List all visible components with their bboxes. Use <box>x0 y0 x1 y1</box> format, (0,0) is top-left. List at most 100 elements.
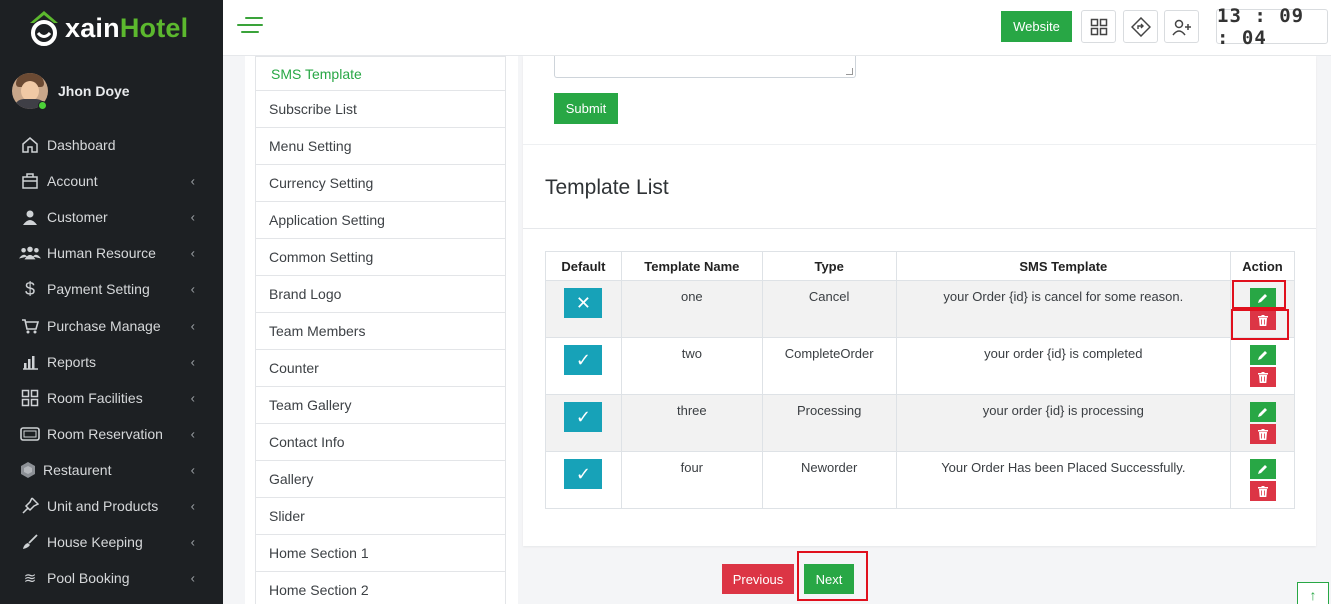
settings-item-gallery[interactable]: Gallery <box>255 461 506 498</box>
sidebar-item-pool-booking[interactable]: ≋ Pool Booking ‹ <box>0 560 223 596</box>
sidebar-item-restaurent[interactable]: Restaurent ‹ <box>0 452 223 488</box>
menu-toggle-icon[interactable] <box>237 17 263 35</box>
settings-item-counter[interactable]: Counter <box>255 350 506 387</box>
sidebar-item-room-reservation[interactable]: Room Reservation ‹ <box>0 416 223 452</box>
delete-button[interactable] <box>1249 424 1276 444</box>
delete-button[interactable] <box>1249 310 1276 330</box>
edit-button[interactable] <box>1249 459 1276 479</box>
trash-icon <box>1257 485 1268 497</box>
settings-item-home-section-1[interactable]: Home Section 1 <box>255 535 506 572</box>
chevron-left-icon: ‹ <box>190 462 195 478</box>
edit-button[interactable] <box>1249 288 1276 308</box>
template-table: Default Template Name Type SMS Template … <box>545 251 1295 509</box>
settings-item-subscribe-list[interactable]: Subscribe List <box>255 91 506 128</box>
settings-item-currency-setting[interactable]: Currency Setting <box>255 165 506 202</box>
sidebar-item-human-resource[interactable]: Human Resource ‹ <box>0 235 223 271</box>
sidebar-item-label: Reports <box>47 353 97 370</box>
sidebar-item-account[interactable]: Account ‹ <box>0 163 223 199</box>
default-cell: ✓ <box>545 451 622 509</box>
topbar: Website 13 : 09 : 04 <box>223 0 1331 56</box>
default-cell: ✓ <box>545 337 622 395</box>
settings-item-team-members[interactable]: Team Members <box>255 313 506 350</box>
submit-button[interactable]: Submit <box>554 93 618 124</box>
logo[interactable]: xainHotel <box>26 6 188 50</box>
previous-button[interactable]: Previous <box>722 564 794 594</box>
settings-item-slider[interactable]: Slider <box>255 498 506 535</box>
add-user-icon[interactable] <box>1164 10 1199 43</box>
sidebar-item-reports[interactable]: Reports ‹ <box>0 344 223 380</box>
edit-button[interactable] <box>1249 345 1276 365</box>
sidebar-item-label: Payment Setting <box>47 281 150 298</box>
sms-template-cell: Your Order Has been Placed Successfully. <box>895 451 1232 509</box>
sidebar-item-label: Human Resource <box>47 245 156 262</box>
settings-item-team-gallery[interactable]: Team Gallery <box>255 387 506 424</box>
sidebar-item-room-facilities[interactable]: Room Facilities ‹ <box>0 380 223 416</box>
sidebar-item-house-keeping[interactable]: House Keeping ‹ <box>0 524 223 560</box>
delete-button[interactable] <box>1249 367 1276 387</box>
directions-icon[interactable] <box>1123 10 1158 43</box>
template-name-cell: one <box>620 280 763 338</box>
sidebar-item-unit-and-products[interactable]: Unit and Products ‹ <box>0 488 223 524</box>
sidebar-item-payment-setting[interactable]: $ Payment Setting ‹ <box>0 271 223 307</box>
brand-name-prefix: xain <box>65 12 120 43</box>
sms-template-cell: your order {id} is processing <box>895 394 1232 452</box>
bar-chart-icon <box>19 353 41 371</box>
set-default-button[interactable]: ✓ <box>564 459 603 489</box>
template-list-title: Template List <box>545 176 669 199</box>
sidebar-item-label: Account <box>47 173 98 190</box>
settings-item-contact-info[interactable]: Contact Info <box>255 424 506 461</box>
sms-template-cell: your Order {id} is cancel for some reaso… <box>895 280 1232 338</box>
pencil-icon <box>1258 293 1267 303</box>
action-cell <box>1230 280 1295 338</box>
cart-icon <box>19 317 41 335</box>
default-cell: ✓ <box>545 394 622 452</box>
scroll-to-top-button[interactable]: ↑ <box>1297 582 1329 604</box>
briefcase-icon <box>19 172 41 190</box>
trash-icon <box>1257 314 1268 326</box>
delete-button[interactable] <box>1249 481 1276 501</box>
action-cell <box>1230 337 1295 395</box>
pencil-icon <box>1258 464 1267 474</box>
settings-menu: SMS Template Subscribe List Menu Setting… <box>255 56 506 604</box>
edit-button[interactable] <box>1249 402 1276 422</box>
settings-item-common-setting[interactable]: Common Setting <box>255 239 506 276</box>
user-name: Jhon Doye <box>58 83 130 99</box>
sms-template-card: Submit Template List Default Template Na… <box>523 56 1316 546</box>
next-button[interactable]: Next <box>804 564 854 594</box>
clock-display: 13 : 09 : 04 <box>1216 5 1328 49</box>
website-button[interactable]: Website <box>1001 11 1072 42</box>
brand-name: xainHotel <box>65 13 188 44</box>
type-cell: CompleteOrder <box>761 337 897 395</box>
user-profile[interactable]: Jhon Doye <box>12 73 130 109</box>
grid-icon <box>19 389 41 407</box>
settings-item-menu-setting[interactable]: Menu Setting <box>255 128 506 165</box>
column-header-action: Action <box>1230 251 1295 281</box>
action-cell <box>1230 394 1295 452</box>
column-header-default: Default <box>545 251 622 281</box>
template-name-cell: four <box>620 451 763 509</box>
template-name-cell: three <box>620 394 763 452</box>
chevron-left-icon: ‹ <box>190 390 195 406</box>
settings-item-brand-logo[interactable]: Brand Logo <box>255 276 506 313</box>
set-default-button[interactable]: ✓ <box>564 345 603 375</box>
chevron-left-icon: ‹ <box>190 318 195 334</box>
sidebar-item-customer[interactable]: Customer ‹ <box>0 199 223 235</box>
settings-item-application-setting[interactable]: Application Setting <box>255 202 506 239</box>
sms-template-textarea[interactable] <box>554 56 856 78</box>
waves-icon: ≋ <box>23 570 37 588</box>
settings-item-sms-template[interactable]: SMS Template <box>255 56 506 91</box>
table-row: ✓ two CompleteOrder your order {id} is c… <box>545 337 1295 395</box>
sidebar-item-label: House Keeping <box>47 534 143 551</box>
apps-grid-icon[interactable] <box>1081 10 1116 43</box>
resize-handle-icon[interactable] <box>846 68 853 75</box>
set-default-button[interactable]: ✕ <box>564 288 603 318</box>
user-icon <box>19 208 41 226</box>
sidebar-item-purchase-manage[interactable]: Purchase Manage ‹ <box>0 307 223 343</box>
chevron-left-icon: ‹ <box>190 426 195 442</box>
pin-icon <box>19 497 41 515</box>
settings-item-home-section-2[interactable]: Home Section 2 <box>255 572 506 604</box>
sidebar-item-label: Purchase Manage <box>47 317 161 334</box>
sidebar-item-dashboard[interactable]: Dashboard <box>0 127 223 163</box>
sidebar-item-label: Room Facilities <box>47 389 143 406</box>
set-default-button[interactable]: ✓ <box>564 402 603 432</box>
